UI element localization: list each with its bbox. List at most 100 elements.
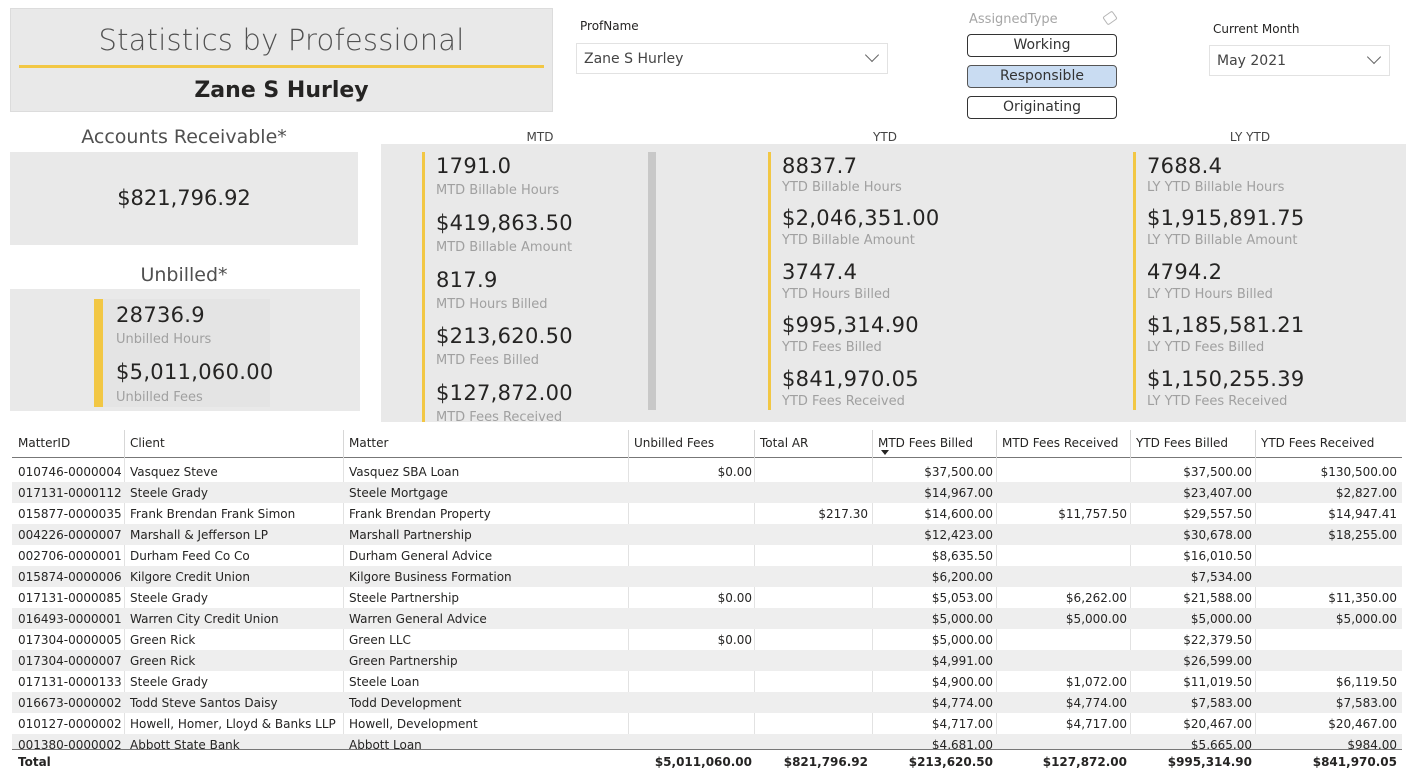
cell-mtd-fees-billed: $4,900.00: [931, 675, 993, 689]
assigned-option-originating[interactable]: Originating: [967, 96, 1117, 119]
table-row[interactable]: 015877-0000035 Frank Brendan Frank Simon F…: [12, 503, 1402, 524]
header-mtd-fees-billed[interactable]: MTD Fees Billed: [878, 436, 973, 450]
ytd-accent-bar: [768, 152, 771, 410]
mtd-hours-billed-value: 817.9: [436, 268, 498, 292]
title-divider: [19, 65, 544, 68]
column-divider[interactable]: [996, 430, 997, 458]
header-total-ar[interactable]: Total AR: [760, 436, 808, 450]
column-divider[interactable]: [872, 430, 873, 458]
assigned-option-responsible[interactable]: Responsible: [967, 65, 1117, 88]
cell-mtd-fees-billed: $14,967.00: [924, 486, 993, 500]
cell-matterid: 017131-0000085: [18, 591, 122, 605]
cell-matter: Todd Development: [349, 696, 462, 710]
header-mtd-fees-received[interactable]: MTD Fees Received: [1002, 436, 1118, 450]
mtd-fees-billed-value: $213,620.50: [436, 324, 573, 348]
header-matter[interactable]: Matter: [349, 436, 388, 450]
cell-unbilled-fees: $0.00: [717, 633, 752, 647]
table-row[interactable]: 002706-0000001 Durham Feed Co Co Durham Ge…: [12, 545, 1402, 566]
cell-ytd-fees-billed: $20,467.00: [1183, 717, 1252, 731]
cell-ytd-fees-billed: $23,407.00: [1183, 486, 1252, 500]
month-value: May 2021: [1217, 53, 1287, 69]
mtd-accent-bar: [422, 152, 425, 422]
month-dropdown[interactable]: May 2021: [1209, 45, 1390, 76]
header-matterid[interactable]: MatterID: [18, 436, 70, 450]
cell-client: Green Rick: [130, 633, 196, 647]
cell-total-ar: $217.30: [818, 507, 868, 521]
cell-ytd-fees-received: $130,500.00: [1320, 465, 1397, 479]
cell-matterid: 016493-0000001: [18, 612, 122, 626]
cell-matter: Green LLC: [349, 633, 411, 647]
table-row[interactable]: 010746-0000004 Vasquez Steve Vasquez SBA L…: [12, 461, 1402, 482]
unbilled-accent-bar: [94, 299, 103, 407]
profname-dropdown[interactable]: Zane S Hurley: [576, 43, 888, 74]
cell-mtd-fees-billed: $5,000.00: [931, 633, 993, 647]
header-ytd-fees-billed[interactable]: YTD Fees Billed: [1136, 436, 1228, 450]
column-divider[interactable]: [1130, 430, 1131, 458]
lyytd-fees-received-label: LY YTD Fees Received: [1147, 394, 1288, 409]
ytd-hours-billed-label: YTD Hours Billed: [782, 287, 891, 302]
ytd-fees-received-value: $841,970.05: [782, 367, 919, 391]
cell-ytd-fees-billed: $30,678.00: [1183, 528, 1252, 542]
header-client[interactable]: Client: [130, 436, 165, 450]
mtd-fees-received-label: MTD Fees Received: [436, 410, 563, 425]
table-row[interactable]: 017131-0000133 Steele Grady Steele Loan $4,…: [12, 671, 1402, 692]
ytd-billable-hours-value: 8837.7: [782, 154, 858, 178]
ytd-column-label: YTD: [873, 130, 897, 144]
table-row[interactable]: 016673-0000002 Todd Steve Santos Daisy Tod…: [12, 692, 1402, 713]
mtd-scrollbar[interactable]: [648, 152, 656, 410]
table-row[interactable]: 015874-0000006 Kilgore Credit Union Kilgor…: [12, 566, 1402, 587]
column-divider[interactable]: [628, 430, 629, 458]
cell-matter: Howell, Development: [349, 717, 478, 731]
cell-mtd-fees-received: $4,774.00: [1065, 696, 1127, 710]
cell-matter: Frank Brendan Property: [349, 507, 491, 521]
ytd-fees-billed-value: $995,314.90: [782, 313, 919, 337]
cell-ytd-fees-received: $14,947.41: [1328, 507, 1397, 521]
cell-matter: Marshall Partnership: [349, 528, 472, 542]
table-row[interactable]: 017304-0000005 Green Rick Green LLC $0.00 $5…: [12, 629, 1402, 650]
ytd-billable-amount-value: $2,046,351.00: [782, 206, 940, 230]
cell-client: Howell, Homer, Lloyd & Banks LLP: [130, 717, 336, 731]
cell-mtd-fees-received: $1,072.00: [1065, 675, 1127, 689]
header-unbilled-fees[interactable]: Unbilled Fees: [634, 436, 714, 450]
cell-matterid: 017304-0000005: [18, 633, 122, 647]
cell-matter: Steele Mortgage: [349, 486, 448, 500]
cell-ytd-fees-billed: $37,500.00: [1183, 465, 1252, 479]
column-divider[interactable]: [124, 430, 125, 458]
column-divider[interactable]: [754, 430, 755, 458]
assigned-option-working[interactable]: Working: [967, 34, 1117, 57]
cell-mtd-fees-billed: $4,991.00: [931, 654, 993, 668]
cell-ytd-fees-received: $7,583.00: [1335, 696, 1397, 710]
column-divider[interactable]: [1255, 430, 1256, 458]
month-slicer-label: Current Month: [1213, 22, 1300, 36]
header-ytd-fees-received[interactable]: YTD Fees Received: [1261, 436, 1374, 450]
cell-matter: Warren General Advice: [349, 612, 487, 626]
cell-ytd-fees-billed: $11,019.50: [1183, 675, 1252, 689]
cell-unbilled-fees: $0.00: [717, 591, 752, 605]
cell-matterid: 015877-0000035: [18, 507, 122, 521]
lyytd-hours-billed-value: 4794.2: [1147, 260, 1223, 284]
table-header: MatterID Client Matter Unbilled Fees Total A…: [12, 430, 1402, 458]
table-row[interactable]: 017131-0000112 Steele Grady Steele Mortgag…: [12, 482, 1402, 503]
table-row[interactable]: 017304-0000007 Green Rick Green Partnershi…: [12, 650, 1402, 671]
column-divider[interactable]: [343, 430, 344, 458]
sort-descending-icon[interactable]: [881, 450, 889, 455]
table-row[interactable]: 016493-0000001 Warren City Credit Union Wa…: [12, 608, 1402, 629]
cell-client: Vasquez Steve: [130, 465, 218, 479]
cell-matterid: 010127-0000002: [18, 717, 122, 731]
cell-matter: Vasquez SBA Loan: [349, 465, 460, 479]
cell-matter: Kilgore Business Formation: [349, 570, 512, 584]
cell-mtd-fees-received: $4,717.00: [1065, 717, 1127, 731]
cell-matter: Steele Partnership: [349, 591, 460, 605]
cell-mtd-fees-received: $5,000.00: [1065, 612, 1127, 626]
profname-slicer-label: ProfName: [580, 19, 639, 33]
profname-value: Zane S Hurley: [584, 51, 684, 67]
mtd-billable-amount-label: MTD Billable Amount: [436, 240, 573, 255]
table-row[interactable]: 017131-0000085 Steele Grady Steele Partner…: [12, 587, 1402, 608]
cell-unbilled-fees: $0.00: [717, 465, 752, 479]
lyytd-billable-hours-label: LY YTD Billable Hours: [1147, 180, 1285, 195]
cell-client: Warren City Credit Union: [130, 612, 279, 626]
clear-selection-icon[interactable]: [1102, 10, 1118, 26]
table-row[interactable]: 004226-0000007 Marshall & Jefferson LP Mar…: [12, 524, 1402, 545]
mtd-billable-hours-value: 1791.0: [436, 154, 512, 178]
table-row[interactable]: 010127-0000002 Howell, Homer, Lloyd & Ban…: [12, 713, 1402, 734]
